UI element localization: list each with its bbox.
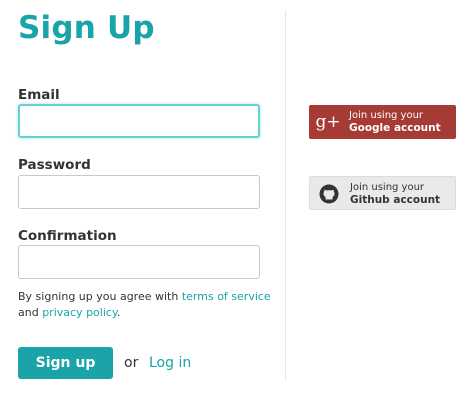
email-label: Email (18, 87, 60, 103)
privacy-policy-link[interactable]: privacy policy (42, 306, 117, 319)
google-line2: Google account (349, 122, 441, 134)
github-line1: Join using your (350, 182, 425, 193)
terms-suffix: . (116, 306, 121, 319)
terms-of-service-link[interactable]: terms of service (182, 290, 271, 303)
password-field[interactable] (18, 175, 260, 209)
terms-and: and (18, 306, 43, 319)
confirmation-field[interactable] (18, 245, 260, 279)
or-text: or (124, 355, 139, 371)
google-signup-button[interactable]: g+ Join using your Google account (309, 105, 456, 139)
sign-up-button[interactable]: Sign up (18, 347, 113, 379)
terms-notice: By signing up you agree with terms of se… (18, 289, 273, 321)
google-plus-icon: g+ (315, 112, 341, 132)
page-title: Sign Up (18, 10, 155, 46)
github-line2: Github account (350, 194, 441, 206)
signup-form: Sign Up Email Password Confirmation By s… (0, 0, 285, 395)
email-field[interactable] (18, 104, 260, 138)
oauth-panel: g+ Join using your Google account Join u… (286, 0, 474, 395)
confirmation-label: Confirmation (18, 228, 117, 244)
terms-prefix: By signing up you agree with (18, 290, 182, 303)
github-icon (317, 177, 341, 211)
log-in-link[interactable]: Log in (149, 355, 191, 371)
github-signup-button[interactable]: Join using your Github account (309, 176, 456, 210)
password-label: Password (18, 157, 91, 173)
google-line1: Join using your (349, 110, 424, 121)
